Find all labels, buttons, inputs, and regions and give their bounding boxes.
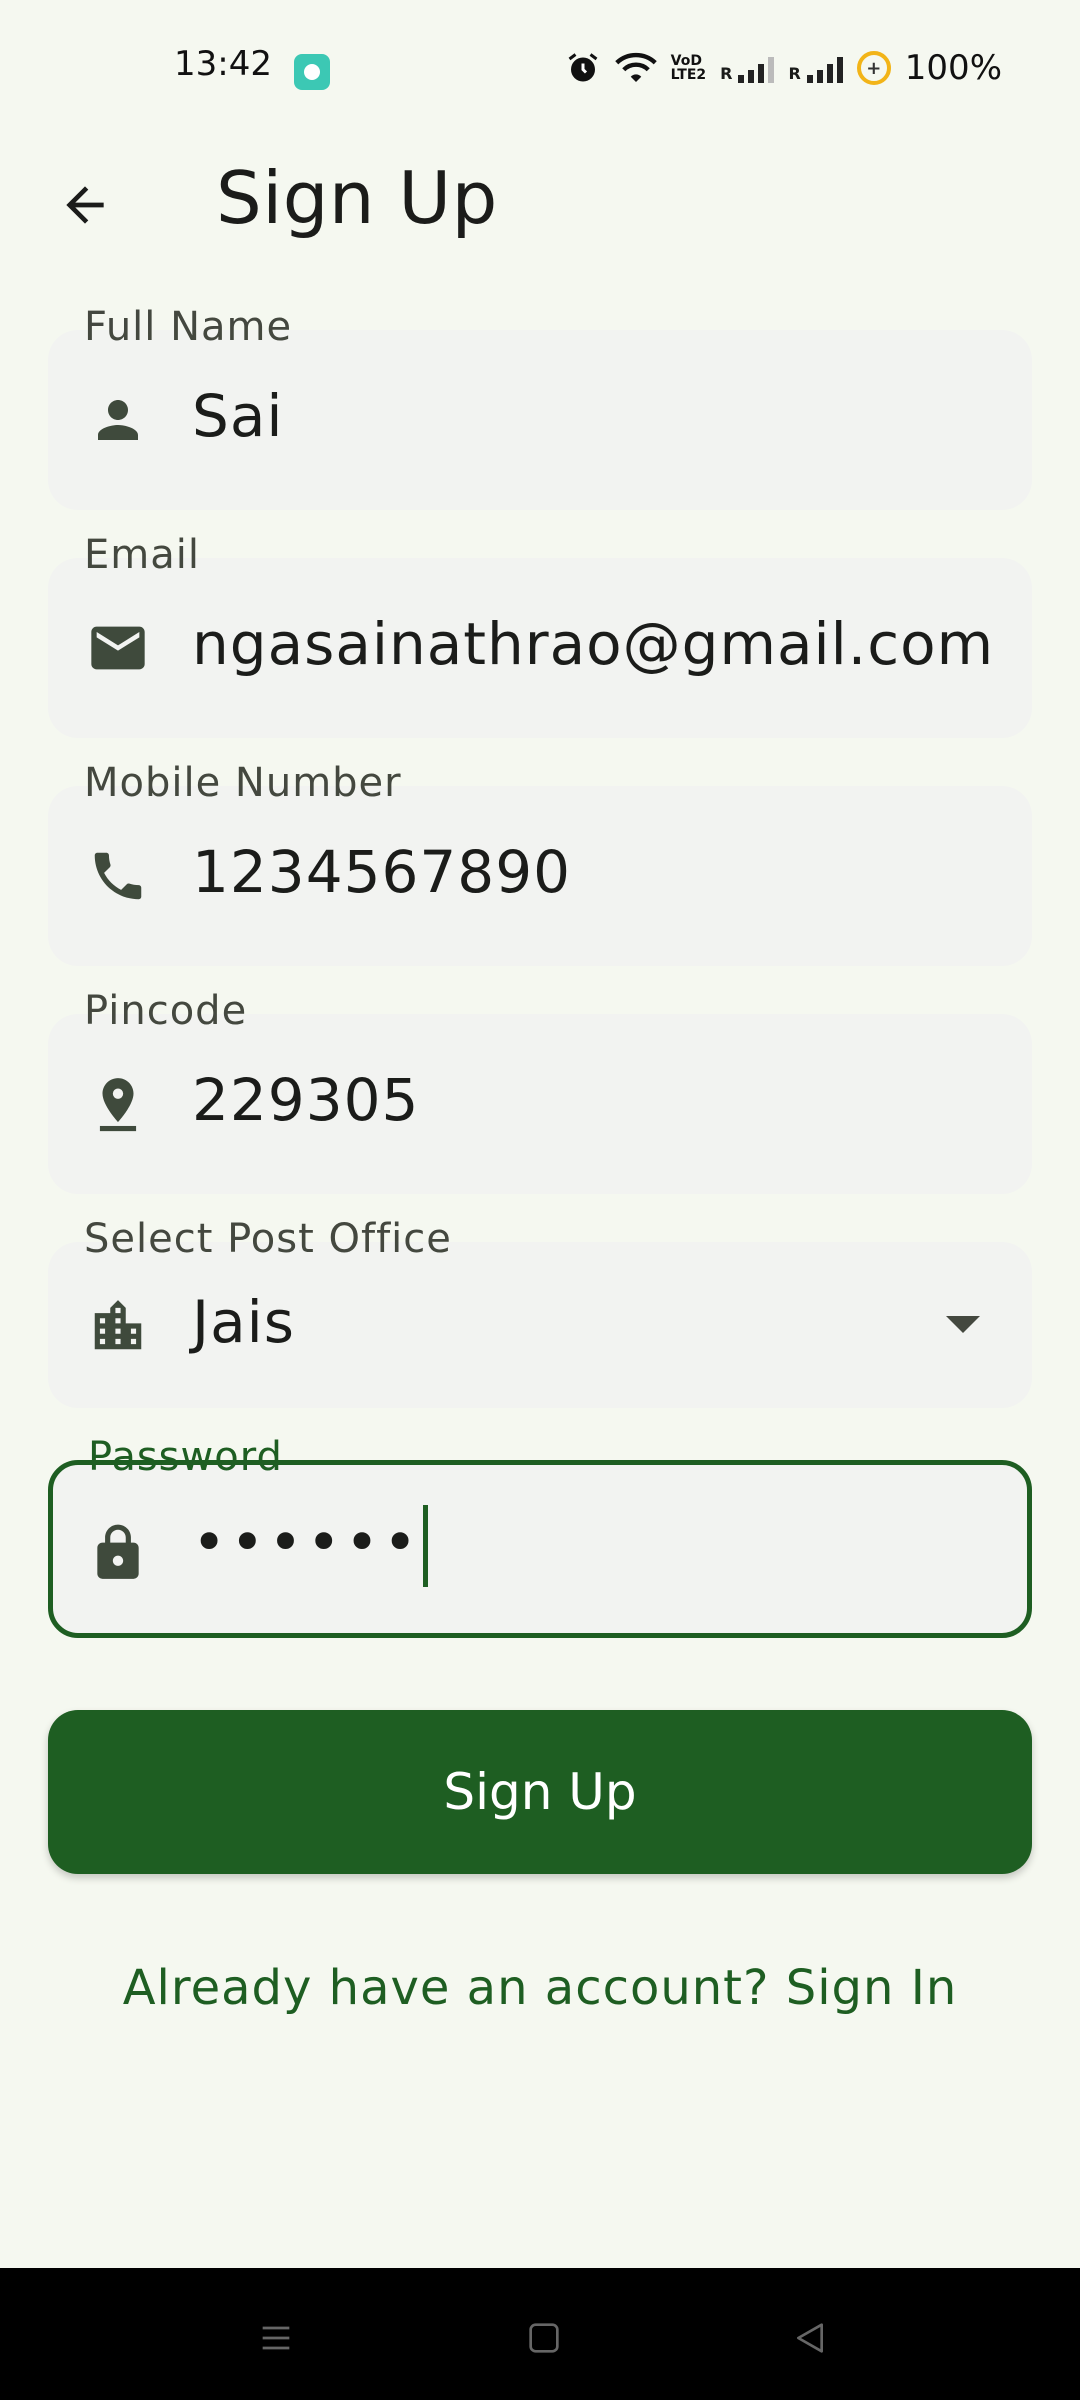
back-triangle-icon [797, 2323, 823, 2353]
menu-icon [262, 2326, 290, 2350]
mobile-number-label: Mobile Number [84, 760, 408, 806]
signal-2-icon: R [788, 53, 843, 83]
pincode-label: Pincode [84, 988, 254, 1034]
battery-saver-icon: + [856, 51, 891, 85]
status-time: 13:42 [174, 44, 272, 84]
page-title: Sign Up [216, 156, 498, 240]
password-label: Password [84, 1434, 295, 1480]
person-icon [84, 386, 152, 454]
home-nav-button[interactable] [514, 2308, 574, 2368]
post-office-dropdown[interactable]: Select Post Office Jais [48, 1216, 1032, 1408]
status-indicators: VoD LTE2 R R + 100% [565, 44, 1002, 92]
app-bar: Sign Up [0, 146, 1080, 256]
lock-icon [84, 1519, 152, 1587]
email-input[interactable]: ngasainathrao@gmail.com [192, 610, 994, 678]
full-name-input[interactable]: Sai [192, 382, 283, 450]
volte-icon: VoD LTE2 [670, 53, 707, 83]
post-office-value: Jais [192, 1288, 295, 1356]
battery-level: 100% [904, 48, 1002, 88]
pincode-field[interactable]: Pincode 229305 [48, 988, 1032, 1194]
full-name-label: Full Name [84, 304, 299, 350]
status-bar: 13:42 VoD LTE2 R R + 100% [0, 0, 1080, 146]
mobile-number-input[interactable]: 1234567890 [192, 838, 571, 906]
building-icon [84, 1292, 152, 1360]
arrow-left-icon [66, 186, 104, 224]
full-name-field[interactable]: Full Name Sai [48, 304, 1032, 510]
email-label: Email [84, 532, 206, 578]
email-field[interactable]: Email ngasainathrao@gmail.com [48, 532, 1032, 738]
navigation-bar [0, 2268, 1080, 2400]
mail-icon [84, 614, 152, 682]
phone-icon [84, 842, 152, 910]
signal-1-icon: R [720, 53, 775, 83]
text-cursor [423, 1505, 429, 1587]
home-square-icon [529, 2323, 559, 2353]
password-field[interactable]: Password •••••• [48, 1434, 1032, 1638]
location-pin-icon [84, 1070, 152, 1138]
pincode-input[interactable]: 229305 [192, 1066, 419, 1134]
alarm-icon [568, 53, 598, 82]
menu-nav-button[interactable] [246, 2308, 306, 2368]
sign-up-button[interactable]: Sign Up [48, 1710, 1032, 1874]
password-input[interactable]: •••••• [192, 1505, 429, 1587]
back-nav-button[interactable] [780, 2308, 840, 2368]
post-office-label: Select Post Office [84, 1216, 458, 1262]
back-button[interactable] [50, 170, 120, 240]
wifi-icon [614, 52, 657, 82]
app-notification-icon [294, 54, 330, 90]
dropdown-arrow-icon[interactable] [946, 1316, 980, 1333]
sign-in-link[interactable]: Already have an account? Sign In [0, 1960, 1080, 2016]
mobile-number-field[interactable]: Mobile Number 1234567890 [48, 760, 1032, 966]
